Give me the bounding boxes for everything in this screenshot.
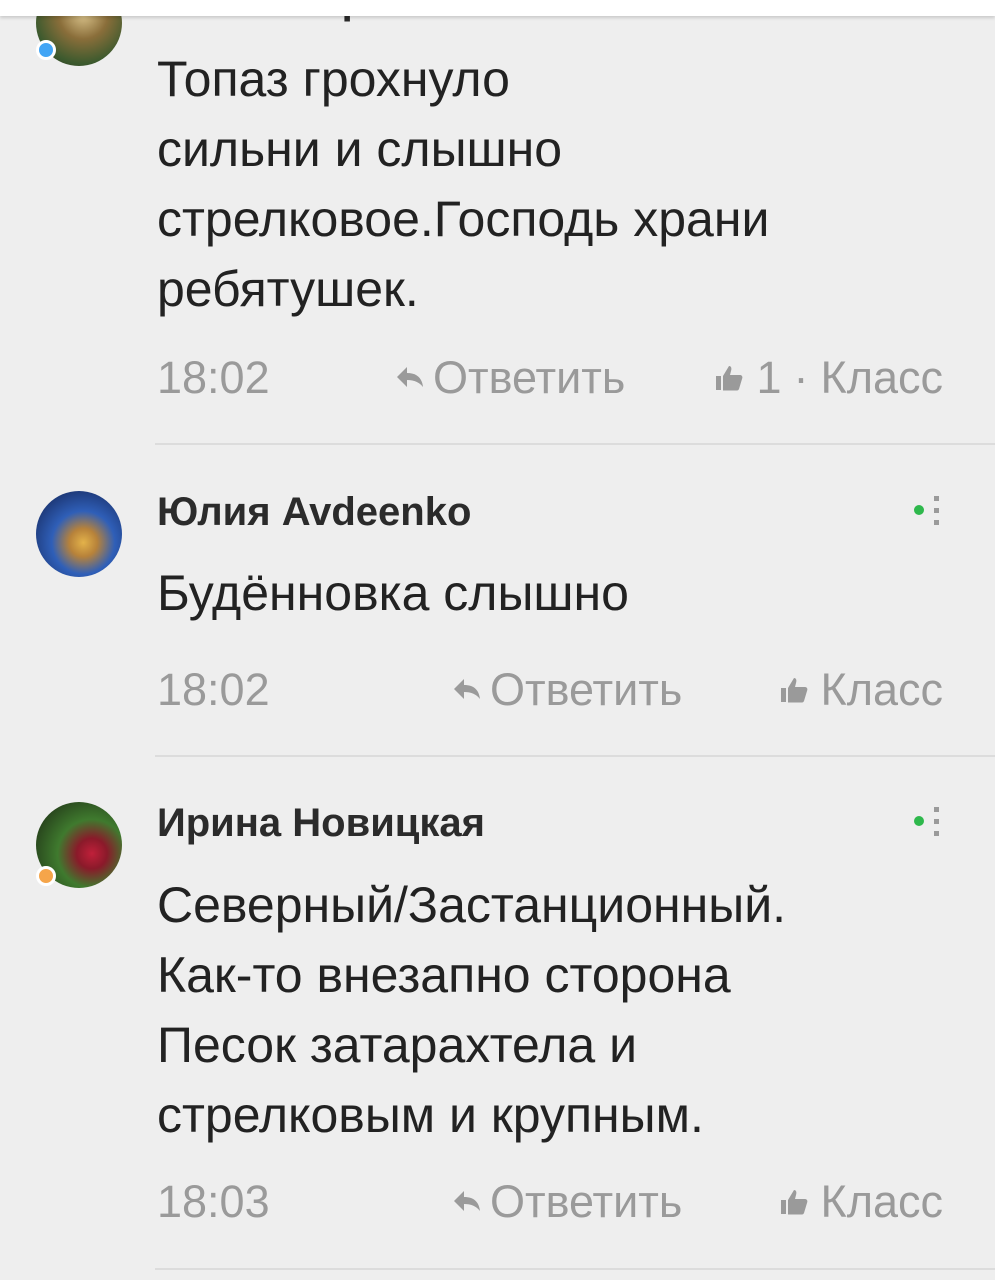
thumbs-up-icon (779, 1187, 809, 1217)
comment-menu[interactable] (911, 803, 951, 843)
top-app-bar (0, 0, 995, 16)
comment-author[interactable]: Юлия Avdeenko (157, 490, 471, 535)
avatar[interactable] (36, 802, 122, 888)
comment-text-line: стрелковое.Господь храни (157, 191, 770, 247)
like-count: 1 (756, 352, 782, 403)
reply-arrow-icon (395, 365, 425, 391)
comment-text-line: сильни и слышно (157, 121, 563, 177)
like-button[interactable]: Класс (779, 664, 944, 716)
comment-time: 18:03 (157, 1176, 270, 1227)
reply-arrow-icon (452, 677, 482, 703)
reply-arrow-icon (452, 1189, 482, 1215)
comment-text-line: Песок затарахтела и (157, 1017, 638, 1073)
comment-author[interactable]: Ирина Новицкая (157, 801, 485, 846)
comment-text-line: Как-то внезапно сторона (157, 947, 731, 1003)
reply-label: Ответить (490, 664, 683, 715)
comment-time: 18:02 (157, 352, 270, 403)
comment-text: Будённовка слышно (157, 558, 957, 628)
like-label: Класс (820, 664, 944, 715)
comment-text-line: ребятушек. (157, 261, 419, 317)
reply-button[interactable]: Ответить (452, 664, 682, 716)
comment-menu[interactable] (911, 492, 951, 532)
comment-text-line: стрелковым и крупным. (157, 1087, 704, 1143)
status-dot-icon (36, 40, 56, 60)
comment-text: Северный/Застанционный. Как-то внезапно … (157, 870, 957, 1150)
comment-time: 18:02 (157, 664, 270, 715)
online-dot-icon (914, 505, 924, 515)
thumbs-up-icon (779, 675, 809, 705)
comment-text-line: Будённовка слышно (157, 565, 629, 621)
comment-divider (155, 443, 995, 445)
like-button[interactable]: Класс (779, 1176, 944, 1228)
comment-meta: 18:03 Ответить Класс (157, 1176, 943, 1236)
like-button[interactable]: 1 · Класс (714, 352, 943, 404)
thumbs-up-icon (714, 363, 744, 393)
comment-text-line: Северный/Застанционный. (157, 877, 787, 933)
reply-label: Ответить (433, 352, 626, 403)
more-vertical-icon (934, 807, 939, 836)
avatar[interactable] (36, 491, 122, 577)
avatar-photo (36, 491, 122, 577)
comment-meta: 18:02 Ответить 1 · Класс (157, 352, 943, 412)
comment-meta: 18:02 Ответить Класс (157, 664, 943, 724)
status-dot-icon (36, 866, 56, 886)
comment-divider (155, 1268, 995, 1270)
online-dot-icon (914, 816, 924, 826)
comment-text: Топаз грохнуло сильни и слышно стрелково… (157, 44, 957, 324)
more-vertical-icon (934, 496, 939, 525)
like-label: Класс (820, 1176, 944, 1227)
comment-text-line: Топаз грохнуло (157, 51, 510, 107)
reply-button[interactable]: Ответить (395, 352, 625, 404)
reply-label: Ответить (490, 1176, 683, 1227)
like-separator: · (793, 352, 809, 403)
reply-button[interactable]: Ответить (452, 1176, 682, 1228)
comment-divider (155, 755, 995, 757)
like-label: Класс (820, 352, 944, 403)
